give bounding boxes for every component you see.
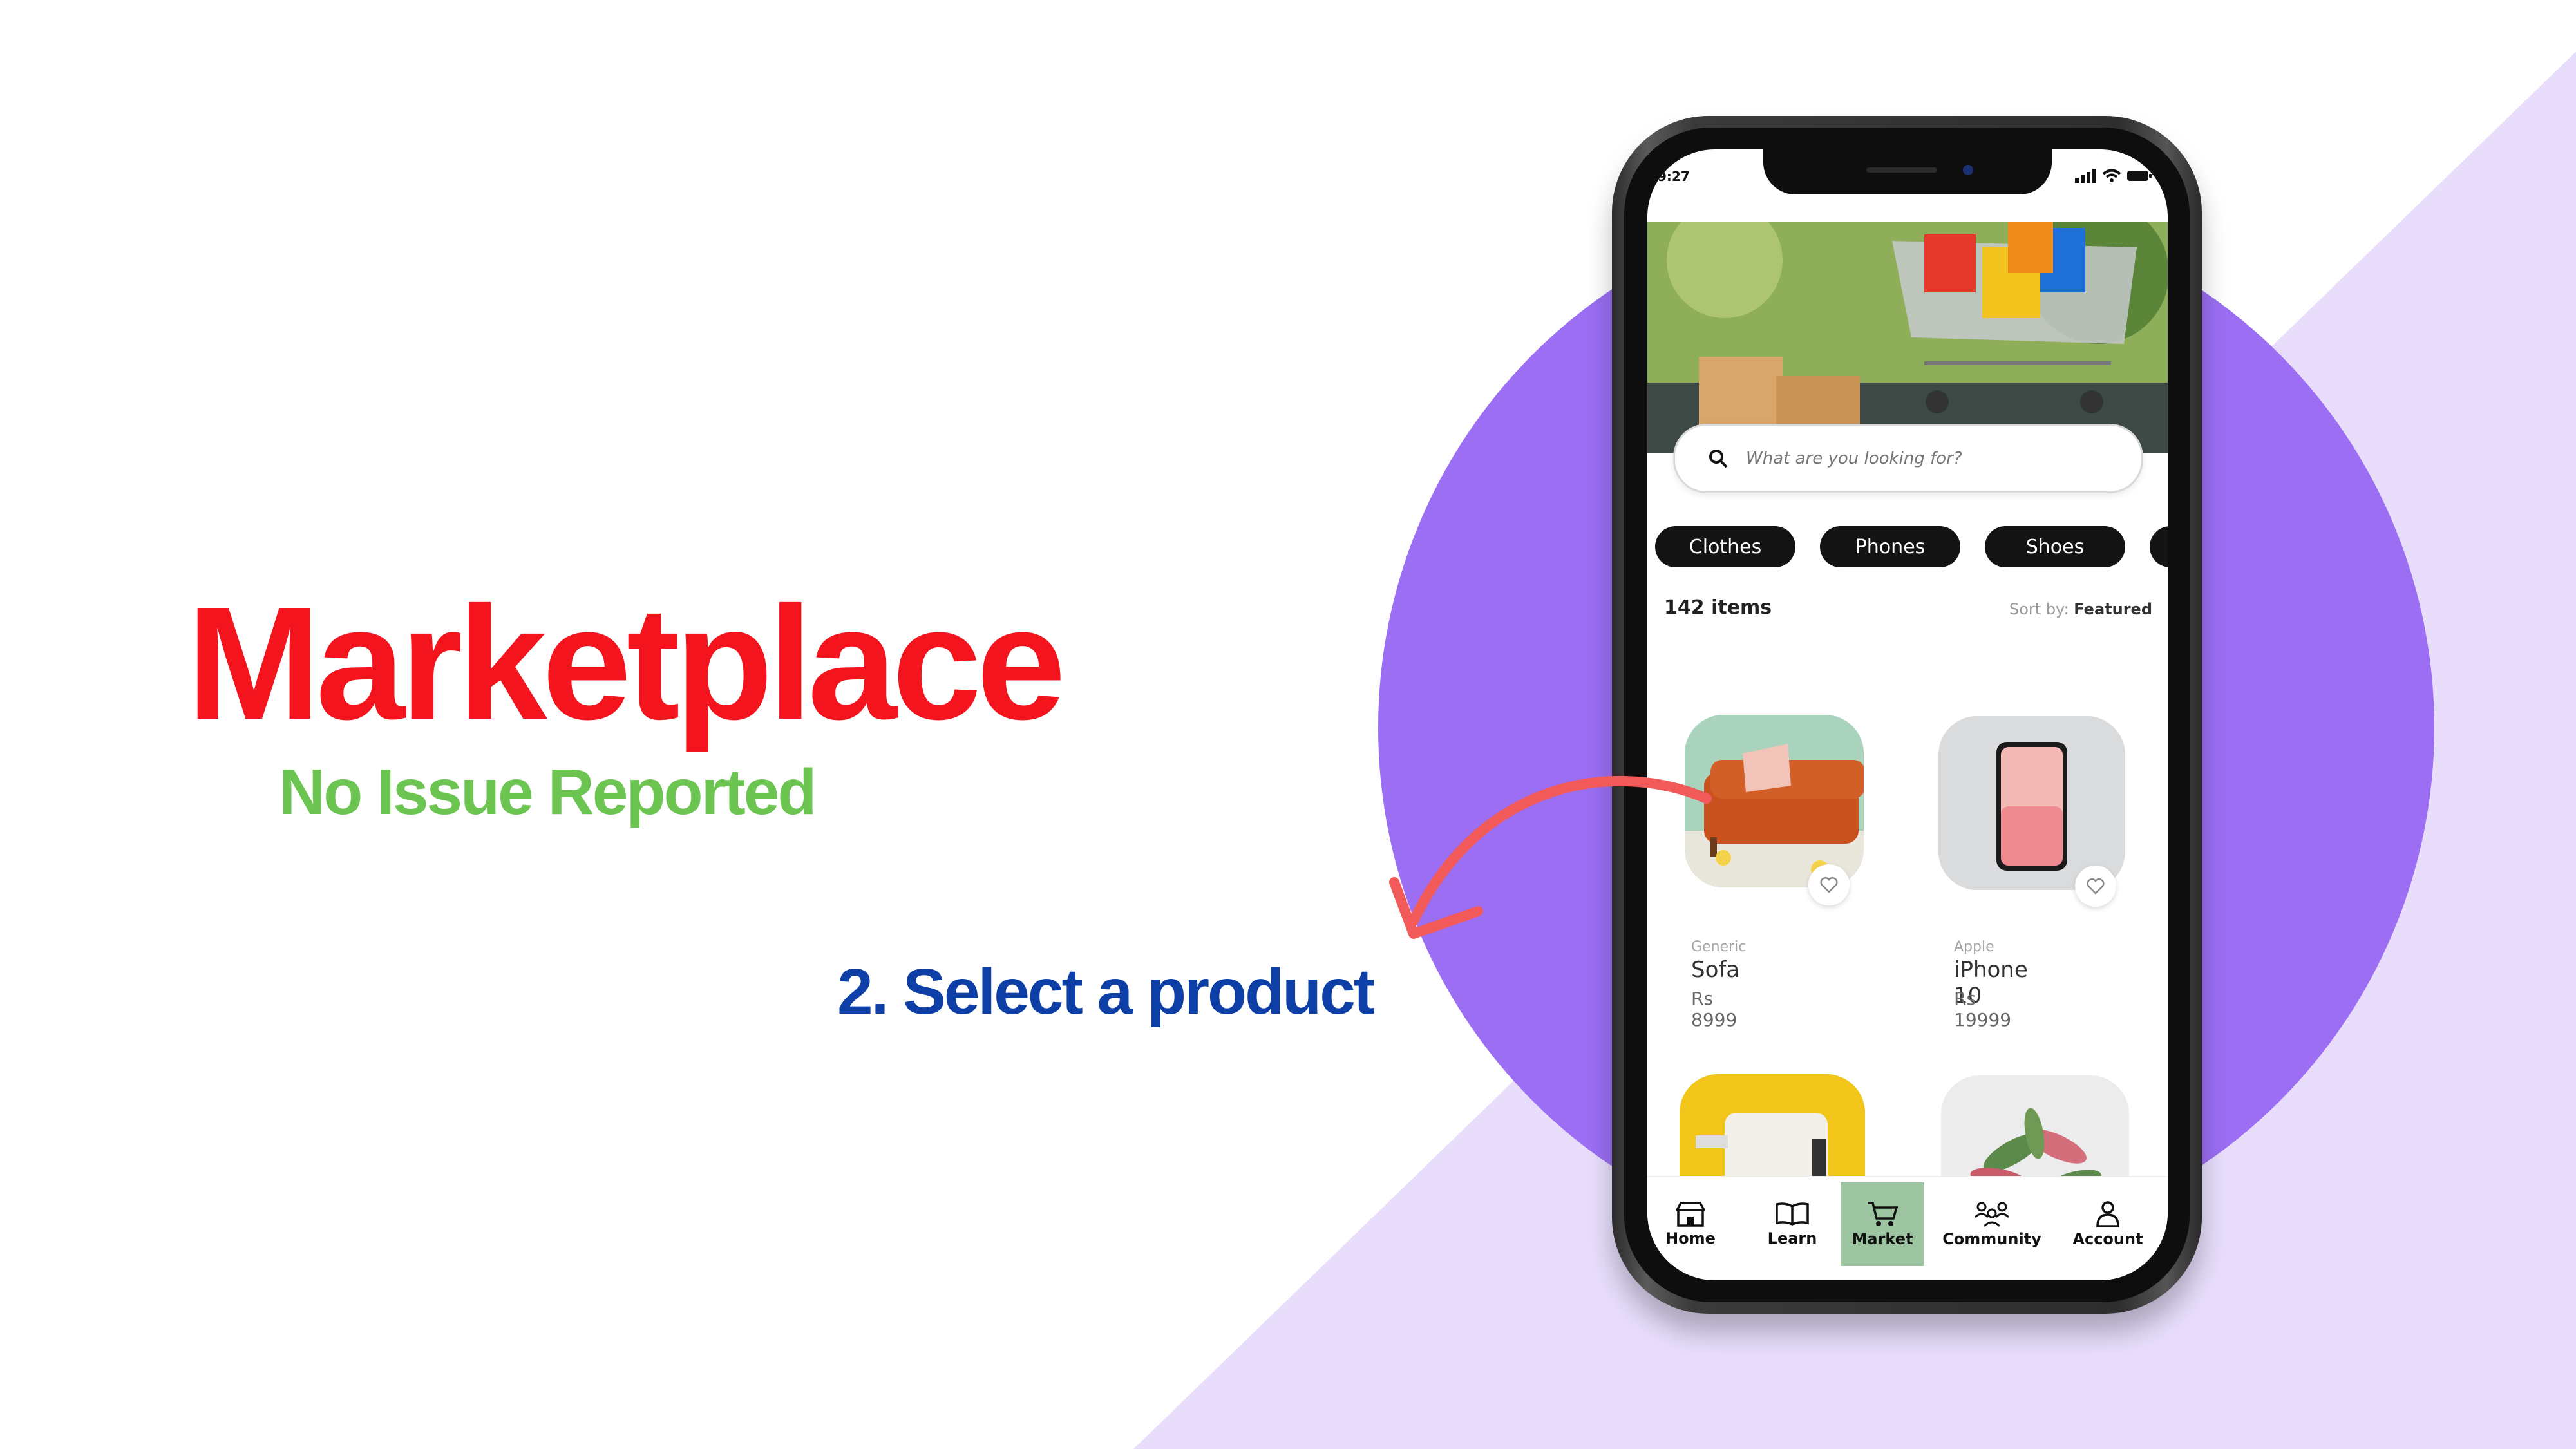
tab-label: Community — [1942, 1230, 2041, 1248]
favorite-button[interactable] — [2075, 866, 2116, 907]
product-brand: Apple — [1954, 939, 1994, 955]
search-bar[interactable] — [1673, 424, 2143, 493]
status-bar-icons — [2075, 169, 2152, 183]
heart-icon — [1820, 876, 1838, 893]
product-name: Sofa — [1691, 957, 1740, 983]
chip-more[interactable] — [2150, 526, 2168, 567]
chip-shoes[interactable]: Shoes — [1985, 526, 2125, 567]
product-brand: Generic — [1691, 939, 1747, 955]
tab-label: Learn — [1767, 1229, 1817, 1247]
page-title: Marketplace — [187, 573, 1066, 753]
product-price: Rs 8999 — [1691, 988, 1738, 1030]
chip-phones[interactable]: Phones — [1820, 526, 1960, 567]
chip-clothes[interactable]: Clothes — [1655, 526, 1795, 567]
favorite-button[interactable] — [1808, 864, 1850, 905]
status-subtitle: No Issue Reported — [279, 756, 817, 828]
people-icon — [1974, 1202, 2010, 1227]
cart-icon — [1868, 1202, 1899, 1226]
tab-label: Account — [2072, 1230, 2143, 1248]
tab-community[interactable]: Community — [1942, 1182, 2041, 1266]
book-icon — [1776, 1202, 1809, 1226]
hero-banner-image — [1647, 222, 2168, 453]
phone-screen: 9:27 Clothes Phones Shoes — [1647, 149, 2168, 1280]
search-icon — [1709, 450, 1728, 468]
battery-icon — [2127, 171, 2152, 181]
tab-label: Home — [1665, 1229, 1716, 1247]
heart-icon — [2087, 878, 2105, 895]
step-instruction: 2. Select a product — [837, 956, 1375, 1028]
signal-icon — [2075, 169, 2096, 183]
phone-notch — [1763, 149, 2052, 194]
status-time: 9:27 — [1658, 169, 1690, 184]
wifi-icon — [2102, 169, 2121, 182]
item-count: 142 items — [1664, 596, 1772, 619]
sort-value: Featured — [2074, 600, 2152, 618]
category-chips: Clothes Phones Shoes — [1655, 526, 2168, 567]
product-image — [1685, 715, 1864, 887]
tab-label: Market — [1852, 1230, 1913, 1248]
sort-control[interactable]: Sort by: Featured — [2009, 600, 2152, 618]
bottom-tab-bar: Home Learn Market Community Account — [1647, 1176, 2168, 1280]
tab-home[interactable]: Home — [1649, 1182, 1732, 1266]
product-price: Rs 19999 — [1954, 988, 2012, 1030]
product-image — [1938, 716, 2125, 890]
store-icon — [1676, 1202, 1705, 1227]
tab-learn[interactable]: Learn — [1750, 1182, 1834, 1266]
user-icon — [2096, 1201, 2119, 1227]
tab-account[interactable]: Account — [2060, 1182, 2156, 1266]
search-input[interactable] — [1745, 448, 2108, 469]
tab-market[interactable]: Market — [1841, 1182, 1924, 1266]
sort-label: Sort by: — [2009, 600, 2069, 618]
